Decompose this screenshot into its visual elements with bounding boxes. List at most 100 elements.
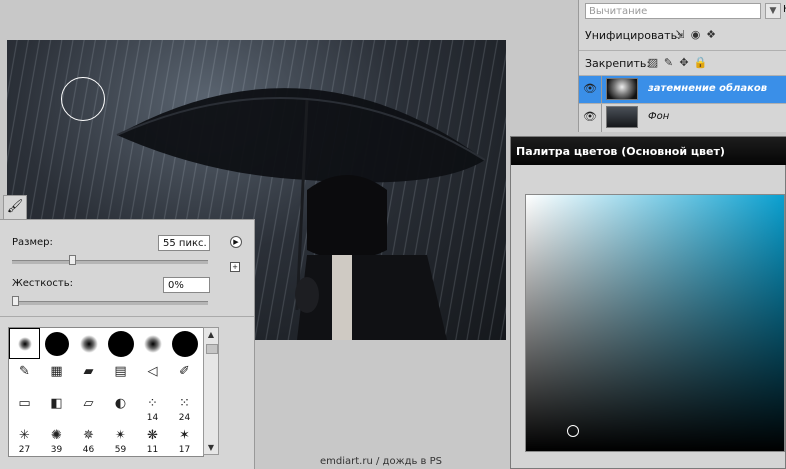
- new-preset-icon[interactable]: +: [230, 262, 240, 272]
- eye-icon[interactable]: 👁: [583, 82, 597, 96]
- brush-size-label: 24: [178, 413, 191, 423]
- hardness-input[interactable]: 0%: [163, 277, 210, 293]
- brush-preset[interactable]: ▤: [105, 360, 136, 391]
- brush-preset[interactable]: ✐: [169, 360, 200, 391]
- hardness-slider-thumb[interactable]: [12, 296, 19, 306]
- brush-preset[interactable]: [9, 328, 40, 359]
- brush-preset[interactable]: ✵ 46: [73, 424, 104, 455]
- flyout-menu-icon[interactable]: ▶: [230, 236, 242, 248]
- brush-tip-icon: ✵: [83, 428, 94, 443]
- scroll-thumb[interactable]: [206, 344, 218, 354]
- brush-preset[interactable]: ▰: [73, 360, 104, 391]
- brush-size-label: 17: [178, 445, 191, 455]
- divider: [0, 316, 254, 317]
- layers-panel: Вычитание ▼ Н Унифицировать: ⇲ ◉ ❖ Закре…: [578, 0, 786, 132]
- eye-icon[interactable]: 👁: [583, 110, 597, 124]
- brush-size-label: 27: [18, 445, 31, 455]
- brush-tip-icon: ▤: [114, 364, 127, 379]
- hardness-label: Жесткость:: [12, 278, 73, 289]
- brush-presets-grid[interactable]: ✎ ▦ ▰ ▤ ◁ ✐ ▭ ◧ ▱ ◐ ⁘ 14 ⁙ 24 ✳ 27 ✺ 39 ✵ 46 ✴ 59 ❋ 11 ✶ 17: [8, 327, 204, 457]
- brush-tip-icon: ✴: [115, 428, 126, 443]
- brush-size-label: 46: [82, 445, 95, 455]
- unify-position-icon[interactable]: ⇲: [674, 29, 686, 41]
- brush-preset[interactable]: ❋ 11: [137, 424, 168, 455]
- hard-round-brush-tip: [172, 331, 198, 357]
- brush-tip-icon: ⁘: [147, 396, 158, 411]
- brush-preset[interactable]: ◐: [105, 392, 136, 423]
- size-input[interactable]: 55 пикс.: [158, 235, 210, 251]
- saturation-brightness-field[interactable]: [525, 194, 785, 452]
- brush-preset[interactable]: [105, 328, 136, 359]
- brush-tip-icon: ✐: [179, 364, 190, 379]
- brush-preset[interactable]: ◁: [137, 360, 168, 391]
- hard-round-brush-tip: [45, 332, 69, 356]
- brush-preset[interactable]: ✴ 59: [105, 424, 136, 455]
- brush-tip-icon: ▦: [50, 364, 63, 379]
- brush-preset[interactable]: ◧: [41, 392, 72, 423]
- brush-tip-icon: ◁: [147, 364, 158, 379]
- layer-name[interactable]: затемнение облаков: [648, 83, 767, 94]
- brush-icon[interactable]: 🖌: [3, 195, 27, 219]
- brush-size-label: 11: [146, 445, 159, 455]
- color-marker[interactable]: [567, 425, 579, 437]
- chevron-down-icon[interactable]: ▼: [765, 3, 781, 19]
- layer-name[interactable]: Фон: [648, 111, 669, 122]
- divider: [601, 76, 602, 104]
- presets-scrollbar[interactable]: ▲ ▼: [203, 327, 219, 455]
- divider: [579, 50, 786, 51]
- lock-label: Закрепить:: [585, 57, 651, 70]
- brush-tip-icon: ⁙: [179, 396, 190, 411]
- brush-preset[interactable]: [73, 328, 104, 359]
- lock-pixels-icon[interactable]: ✎: [663, 57, 675, 69]
- brush-preset[interactable]: ✎: [9, 360, 40, 391]
- unify-label: Унифицировать:: [585, 29, 681, 42]
- hardness-slider-track[interactable]: [12, 301, 208, 305]
- brush-cursor-circle: [61, 77, 105, 121]
- scroll-up-icon[interactable]: ▲: [204, 330, 218, 339]
- lock-position-icon[interactable]: ✥: [678, 57, 690, 69]
- brush-tip-icon: ❋: [147, 428, 158, 443]
- divider: [601, 104, 602, 132]
- brush-preset[interactable]: ▱: [73, 392, 104, 423]
- brush-preset[interactable]: ⁙ 24: [169, 392, 200, 423]
- soft-round-brush-tip: [80, 335, 98, 353]
- brush-preset[interactable]: [169, 328, 200, 359]
- brush-preset[interactable]: ⁘ 14: [137, 392, 168, 423]
- brush-tip-icon: ✎: [19, 364, 30, 379]
- lock-all-icon[interactable]: 🔒: [694, 57, 708, 69]
- brush-tip-icon: ✳: [19, 428, 30, 443]
- brush-tip-icon: ◧: [50, 396, 63, 411]
- unify-visibility-icon[interactable]: ◉: [690, 29, 702, 41]
- brush-preset[interactable]: ✶ 17: [169, 424, 200, 455]
- brush-size-label: 39: [50, 445, 63, 455]
- brush-size-label: 59: [114, 445, 127, 455]
- brush-preset[interactable]: ▭: [9, 392, 40, 423]
- color-picker-dialog: Палитра цветов (Основной цвет): [510, 136, 786, 469]
- size-slider-track[interactable]: [12, 260, 208, 264]
- brush-tip-icon: ▱: [83, 396, 94, 411]
- brush-size-label: 14: [146, 413, 159, 423]
- brush-preset[interactable]: [137, 328, 168, 359]
- layer-row[interactable]: 👁 Фон: [579, 103, 786, 132]
- brush-preset[interactable]: ✺ 39: [41, 424, 72, 455]
- brush-tip-icon: ✺: [51, 428, 62, 443]
- footer-caption: emdiart.ru / дождь в PS: [320, 456, 443, 467]
- brush-tip-icon: ▭: [18, 396, 31, 411]
- brush-tip-icon: ▰: [83, 364, 94, 379]
- brush-preset[interactable]: ▦: [41, 360, 72, 391]
- brush-preset[interactable]: [41, 328, 72, 359]
- brush-preset[interactable]: ✳ 27: [9, 424, 40, 455]
- brush-tip-icon: ◐: [114, 396, 127, 411]
- unify-style-icon[interactable]: ❖: [705, 29, 717, 41]
- layer-thumbnail: [606, 106, 638, 128]
- lock-transparency-icon[interactable]: ▨: [647, 57, 659, 69]
- scroll-down-icon[interactable]: ▼: [204, 443, 218, 452]
- size-slider-thumb[interactable]: [68, 255, 76, 265]
- layer-row-selected[interactable]: 👁 затемнение облаков: [579, 75, 786, 104]
- dialog-title[interactable]: Палитра цветов (Основной цвет): [511, 137, 786, 165]
- dialog-header-space: [511, 166, 779, 188]
- blend-mode-select[interactable]: Вычитание: [585, 3, 761, 19]
- soft-round-brush-tip: [18, 337, 32, 351]
- layer-thumbnail: [606, 78, 638, 100]
- brush-tip-icon: ✶: [179, 428, 190, 443]
